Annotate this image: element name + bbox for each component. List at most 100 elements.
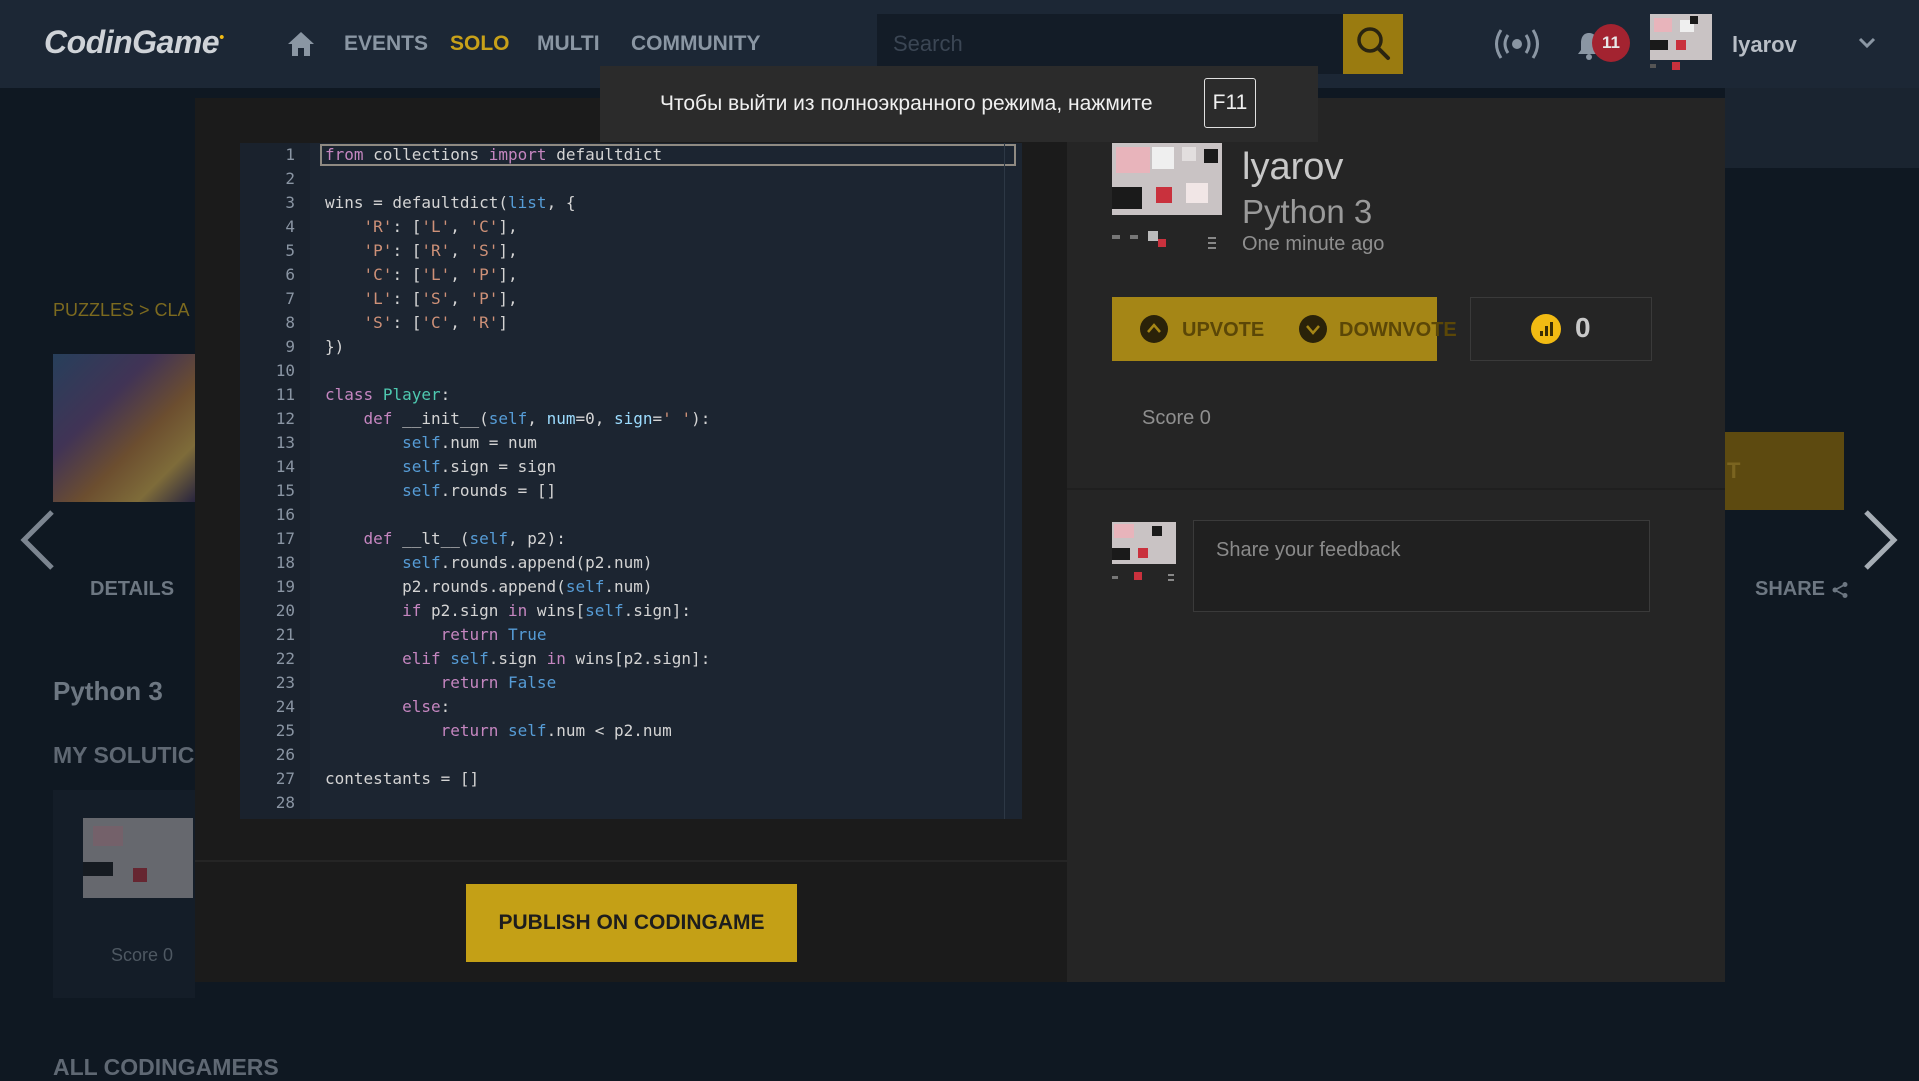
code-text[interactable]: contestants = [] xyxy=(325,767,479,791)
line-number: 27 xyxy=(275,769,295,788)
line-number: 15 xyxy=(275,481,295,500)
code-text[interactable]: return True xyxy=(325,623,547,647)
editor-scrollbar[interactable] xyxy=(1004,143,1005,819)
line-number: 8 xyxy=(285,313,295,332)
solution-card[interactable]: Score 0 xyxy=(53,790,195,998)
code-text[interactable]: 'L': ['S', 'P'], xyxy=(325,287,518,311)
code-text[interactable]: 'C': ['L', 'P'], xyxy=(325,263,518,287)
code-text[interactable]: self.rounds = [] xyxy=(325,479,556,503)
line-number: 20 xyxy=(275,601,295,620)
vote-count-box: 0 xyxy=(1470,297,1652,361)
downvote-button[interactable]: DOWNVOTE xyxy=(1291,297,1457,361)
line-number: 12 xyxy=(275,409,295,428)
line-number: 10 xyxy=(275,361,295,380)
code-text[interactable]: return False xyxy=(325,671,557,695)
solution-language: Python 3 xyxy=(1242,193,1373,230)
code-text[interactable]: self.rounds.append(p2.num) xyxy=(325,551,652,575)
code-text[interactable]: }) xyxy=(325,335,344,359)
line-number: 16 xyxy=(275,505,295,524)
publish-button[interactable]: PUBLISH ON CODINGAME xyxy=(466,884,797,962)
line-number: 19 xyxy=(275,577,295,596)
divider xyxy=(195,860,1067,862)
top-username[interactable]: lyarov xyxy=(1732,32,1797,58)
code-text[interactable]: wins = defaultdict(list, { xyxy=(325,191,575,215)
solution-score: Score 0 xyxy=(1142,407,1211,429)
search-icon xyxy=(1357,27,1390,60)
code-text[interactable]: def __init__(self, num=0, sign=' '): xyxy=(325,407,711,431)
line-number: 24 xyxy=(275,697,295,716)
code-panel: 1 from collections import defaultdict 2 3 wi… xyxy=(195,98,1067,982)
code-text[interactable]: self.sign = sign xyxy=(325,455,556,479)
share-label: SHARE xyxy=(1755,578,1826,600)
author-name[interactable]: lyarov xyxy=(1242,146,1343,189)
line-number: 1 xyxy=(285,145,295,164)
feedback-input[interactable] xyxy=(1194,521,1649,611)
line-number: 22 xyxy=(275,649,295,668)
code-text[interactable]: self.num = num xyxy=(325,431,537,455)
chevron-down-icon[interactable] xyxy=(1858,36,1876,50)
line-number: 6 xyxy=(285,265,295,284)
background-header-strip xyxy=(1725,88,1919,168)
codingame-logo[interactable]: CodinGame• xyxy=(44,24,224,61)
chevron-left-icon[interactable] xyxy=(18,508,58,572)
home-icon[interactable] xyxy=(286,30,316,58)
code-text[interactable]: def __lt__(self, p2): xyxy=(325,527,566,551)
breadcrumb[interactable]: PUZZLES > CLA xyxy=(53,300,190,321)
code-text[interactable]: 'R': ['L', 'C'], xyxy=(325,215,518,239)
author-avatar[interactable] xyxy=(1112,143,1222,253)
line-number: 4 xyxy=(285,217,295,236)
search-input[interactable] xyxy=(877,14,1343,74)
card-score: Score 0 xyxy=(111,945,174,965)
line-number: 25 xyxy=(275,721,295,740)
line-number: 23 xyxy=(275,673,295,692)
line-number: 11 xyxy=(275,385,295,404)
downvote-label: DOWNVOTE xyxy=(1339,319,1457,341)
vote-count: 0 xyxy=(1575,312,1591,343)
code-text[interactable]: else: xyxy=(325,695,450,719)
broadcast-icon[interactable] xyxy=(1494,28,1540,60)
code-text[interactable]: return self.num < p2.num xyxy=(325,719,672,743)
nav-events[interactable]: EVENTS xyxy=(344,32,428,56)
code-editor[interactable]: 1 from collections import defaultdict 2 3 wi… xyxy=(240,143,1022,819)
line-number: 9 xyxy=(285,337,295,356)
code-text[interactable]: class Player: xyxy=(325,383,450,407)
line-number: 3 xyxy=(285,193,295,212)
search-button[interactable] xyxy=(1343,14,1403,74)
search-box xyxy=(877,14,1343,74)
line-number: 2 xyxy=(285,169,295,188)
feedback-box xyxy=(1193,520,1650,612)
coin-icon xyxy=(1531,314,1561,344)
line-number: 21 xyxy=(275,625,295,644)
f11-key-hint: F11 xyxy=(1204,78,1256,128)
background-action-button: T xyxy=(1725,432,1844,510)
language-selector[interactable]: Python 3 xyxy=(53,676,163,707)
line-number: 18 xyxy=(275,553,295,572)
code-text[interactable]: if p2.sign in wins[self.sign]: xyxy=(325,599,691,623)
code-text[interactable]: 'P': ['R', 'S'], xyxy=(325,239,518,263)
all-codingamers-heading: ALL CODINGAMERS xyxy=(53,1054,279,1080)
line-number: 14 xyxy=(275,457,295,476)
chevron-right-icon[interactable] xyxy=(1860,508,1900,572)
line-number: 5 xyxy=(285,241,295,260)
my-solutions-heading: MY SOLUTIC xyxy=(53,742,195,768)
code-text[interactable]: elif self.sign in wins[p2.sign]: xyxy=(325,647,710,671)
puzzle-cover-image xyxy=(53,354,195,502)
chevron-down-circle-icon xyxy=(1299,315,1327,343)
line-number: 26 xyxy=(275,745,295,764)
avatar xyxy=(83,818,193,898)
nav-community[interactable]: COMMUNITY xyxy=(631,32,761,56)
upvote-button[interactable]: UPVOTE xyxy=(1112,297,1291,361)
code-text[interactable]: 'S': ['C', 'R'] xyxy=(325,311,509,335)
commenter-avatar xyxy=(1112,522,1176,581)
upvote-label: UPVOTE xyxy=(1182,319,1265,341)
nav-multi[interactable]: MULTI xyxy=(537,32,600,56)
code-text[interactable]: from collections import defaultdict xyxy=(325,143,662,167)
share-button[interactable]: SHARE xyxy=(1755,578,1849,601)
notification-count-badge[interactable]: 11 xyxy=(1592,24,1630,62)
divider xyxy=(1067,488,1725,490)
line-number: 13 xyxy=(275,433,295,452)
nav-solo[interactable]: SOLO xyxy=(450,32,510,56)
user-avatar[interactable] xyxy=(1650,14,1712,76)
code-text[interactable]: p2.rounds.append(self.num) xyxy=(325,575,652,599)
tab-details[interactable]: DETAILS xyxy=(90,578,174,601)
